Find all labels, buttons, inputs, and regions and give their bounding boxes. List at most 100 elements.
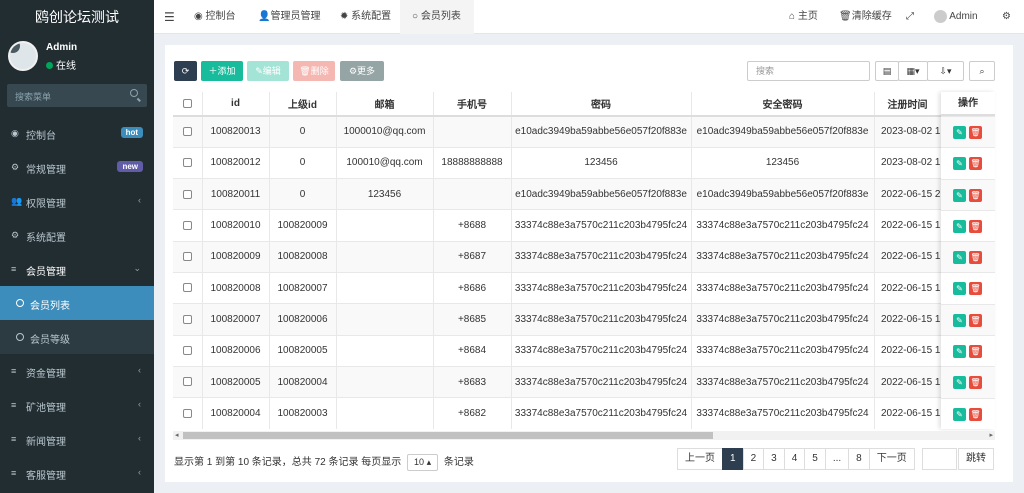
jump-page-input[interactable] [922, 448, 957, 470]
tab-admin-manage[interactable]: 👤管理员管理 [258, 0, 320, 34]
refresh-button[interactable]: ⟳ [174, 61, 197, 81]
horizontal-scrollbar[interactable]: ◂ ▸ [173, 431, 995, 440]
edit-row-button[interactable]: ✎ [953, 219, 966, 233]
export-dropdown-icon[interactable]: ⇩▾ [927, 61, 964, 81]
column-header[interactable]: 注册时间 [874, 92, 942, 117]
checkbox-icon[interactable] [182, 127, 192, 137]
edit-row-button[interactable]: ✎ [953, 251, 966, 265]
delete-row-button[interactable]: 🗑 [969, 282, 982, 296]
checkbox-icon[interactable] [182, 377, 192, 387]
table-row[interactable]: 100820004 100820003 +8682 33374c88e3a7570c2… [173, 397, 942, 429]
sidebar-item-6[interactable]: 会员等级 [0, 320, 154, 354]
sidebar-item-2[interactable]: 👥 权限管理 ‹ [0, 184, 154, 218]
table-row[interactable]: 100820009 100820008 +8687 33374c88e3a7570c2… [173, 240, 942, 273]
sidebar-item-4[interactable]: ≡ 会员管理 ⌄ [0, 252, 154, 286]
table-row[interactable]: 100820011 0 123456 e10adc3949ba59abbe56e057… [173, 178, 942, 210]
app-title[interactable]: 鸥创论坛测试 [0, 0, 154, 34]
edit-row-button[interactable]: ✎ [953, 407, 966, 421]
page-item[interactable]: 8 [848, 448, 870, 470]
row-checkbox[interactable] [173, 365, 203, 398]
admin-menu[interactable]: Admin [934, 0, 978, 34]
add-button[interactable]: ＋添加 [201, 61, 243, 81]
scrollbar-thumb[interactable] [183, 432, 713, 439]
page-item[interactable]: 4 [783, 448, 806, 470]
checkbox-icon[interactable] [182, 346, 192, 356]
search-icon[interactable] [130, 89, 138, 97]
scroll-right-icon[interactable]: ▸ [989, 431, 993, 439]
column-header[interactable]: 上级id [269, 92, 337, 117]
page-item[interactable]: ... [824, 448, 850, 470]
delete-row-button[interactable]: 🗑 [969, 407, 982, 421]
table-row[interactable]: 100820013 0 1000010@qq.com e10adc3949ba59ab… [173, 115, 942, 148]
page-item[interactable]: 1 [722, 448, 744, 470]
row-checkbox[interactable] [173, 178, 203, 210]
column-header[interactable]: id [202, 92, 270, 117]
column-header[interactable]: 手机号 [433, 92, 512, 117]
checkbox-icon[interactable] [182, 158, 192, 168]
page-size-select[interactable]: 10 ▴ [407, 454, 439, 471]
sidebar-item-3[interactable]: ⚙ 系统配置 [0, 218, 154, 252]
column-header[interactable]: 安全密码 [691, 92, 875, 117]
sidebar-item-7[interactable]: ≡ 资金管理 ‹ [0, 354, 154, 388]
table-row[interactable]: 100820006 100820005 +8684 33374c88e3a7570c2… [173, 334, 942, 367]
table-row[interactable]: 100820012 0 100010@qq.com 18888888888 123456… [173, 146, 942, 179]
home-link[interactable]: ⌂ 主页 [789, 0, 818, 34]
table-row[interactable]: 100820007 100820006 +8685 33374c88e3a7570c2… [173, 303, 942, 336]
row-checkbox[interactable] [173, 209, 203, 242]
edit-row-button[interactable]: ✎ [953, 157, 966, 171]
delete-button[interactable]: 🗑删除 [293, 61, 335, 81]
jump-button[interactable]: 跳转 [958, 448, 994, 470]
edit-row-button[interactable]: ✎ [953, 345, 966, 359]
delete-row-button[interactable]: 🗑 [969, 251, 982, 265]
row-checkbox[interactable] [173, 146, 203, 179]
delete-row-button[interactable]: 🗑 [969, 313, 982, 327]
edit-row-button[interactable]: ✎ [953, 376, 966, 390]
checkbox-icon[interactable] [182, 408, 192, 418]
row-checkbox[interactable] [173, 115, 203, 148]
edit-row-button[interactable]: ✎ [953, 313, 966, 327]
checkbox-icon[interactable] [182, 189, 192, 199]
table-row[interactable]: 100820010 100820009 +8688 33374c88e3a7570c2… [173, 209, 942, 242]
checkbox-icon[interactable] [182, 252, 192, 262]
sidebar-search-input[interactable]: 搜索菜单 [7, 84, 147, 107]
scroll-left-icon[interactable]: ◂ [175, 431, 179, 439]
edit-button[interactable]: ✎编辑 [247, 61, 289, 81]
more-button[interactable]: ⚙更多 [340, 61, 384, 81]
row-checkbox[interactable] [173, 397, 203, 429]
columns-dropdown-icon[interactable]: ▦▾ [898, 61, 928, 81]
edit-row-button[interactable]: ✎ [953, 126, 966, 139]
tab-member-list[interactable]: ○ 会员列表 [400, 0, 474, 34]
toggle-view-icon[interactable]: ▤ [875, 61, 899, 81]
delete-row-button[interactable]: 🗑 [969, 345, 982, 359]
tab-dashboard[interactable]: ◉ 控制台 [194, 0, 236, 34]
page-prev[interactable]: 上一页 [677, 448, 723, 470]
select-all-checkbox[interactable] [173, 92, 203, 117]
delete-row-button[interactable]: 🗑 [969, 157, 982, 171]
checkbox-icon[interactable] [182, 283, 192, 293]
edit-row-button[interactable]: ✎ [953, 282, 966, 296]
page-item[interactable]: 2 [742, 448, 765, 470]
sidebar-item-0[interactable]: ◉ 控制台 hot [0, 116, 154, 150]
checkbox-icon[interactable] [182, 314, 192, 324]
checkbox-icon[interactable] [182, 220, 192, 230]
table-row[interactable]: 100820008 100820007 +8686 33374c88e3a7570c2… [173, 271, 942, 304]
tab-system-config[interactable]: ✹ 系统配置 [340, 0, 391, 34]
sidebar-item-1[interactable]: ⚙ 常规管理 new [0, 150, 154, 184]
delete-row-button[interactable]: 🗑 [969, 188, 982, 202]
sidebar-item-5[interactable]: 会员列表 [0, 286, 154, 320]
page-item[interactable]: 3 [763, 448, 785, 470]
fullscreen-icon[interactable]: ⤢ [906, 0, 914, 34]
row-checkbox[interactable] [173, 240, 203, 273]
row-checkbox[interactable] [173, 303, 203, 336]
row-checkbox[interactable] [173, 271, 203, 304]
row-checkbox[interactable] [173, 334, 203, 367]
column-header[interactable]: 邮箱 [336, 92, 434, 117]
delete-row-button[interactable]: 🗑 [969, 376, 982, 390]
page-next[interactable]: 下一页 [868, 448, 915, 470]
checkbox-icon[interactable] [182, 98, 192, 108]
search-icon[interactable]: ⌕ [969, 61, 995, 81]
sidebar-item-10[interactable]: ≡ 客服管理 ‹ [0, 456, 154, 490]
delete-row-button[interactable]: 🗑 [969, 219, 982, 233]
delete-row-button[interactable]: 🗑 [969, 126, 982, 139]
page-item[interactable]: 5 [804, 448, 826, 470]
